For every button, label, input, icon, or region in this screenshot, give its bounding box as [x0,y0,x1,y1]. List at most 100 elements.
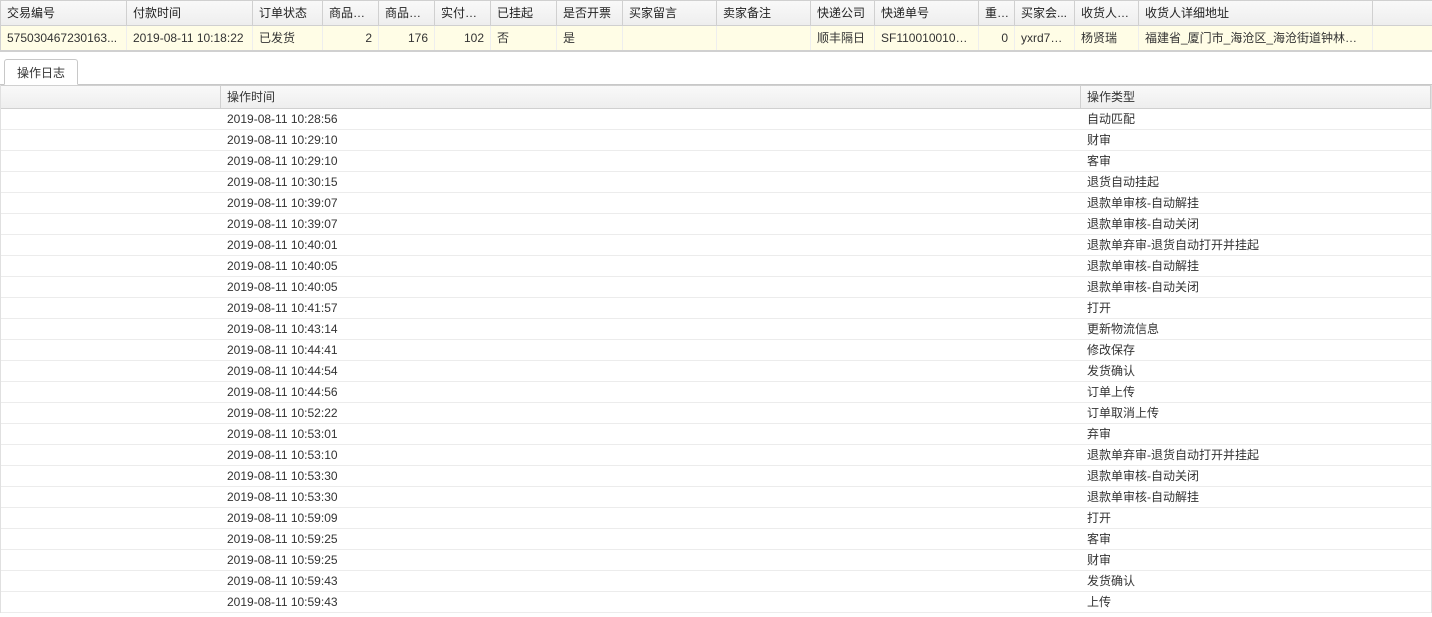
log-header-blank[interactable] [1,86,221,108]
log-row[interactable]: 2019-08-11 10:29:10财审 [1,130,1431,151]
order-cell-weight: 0 [979,26,1015,50]
log-cell-blank [1,445,221,465]
order-header-seller_note[interactable]: 卖家备注 [717,1,811,25]
log-cell-type: 弃审 [1081,424,1431,444]
log-cell-type: 客审 [1081,529,1431,549]
log-cell-blank [1,214,221,234]
log-cell-time: 2019-08-11 10:53:01 [221,424,1081,444]
order-cell-seller_note [717,26,811,50]
order-header-hold[interactable]: 已挂起 [491,1,557,25]
log-row[interactable]: 2019-08-11 10:39:07退款单审核-自动解挂 [1,193,1431,214]
log-header-row: 操作时间 操作类型 [1,85,1431,109]
log-row[interactable]: 2019-08-11 10:40:01退款单弃审-退货自动打开并挂起 [1,235,1431,256]
log-cell-blank [1,487,221,507]
log-cell-type: 自动匹配 [1081,109,1431,129]
log-cell-type: 退款单弃审-退货自动打开并挂起 [1081,445,1431,465]
log-row[interactable]: 2019-08-11 10:59:09打开 [1,508,1431,529]
log-header-time[interactable]: 操作时间 [221,86,1081,108]
log-cell-type: 发货确认 [1081,361,1431,381]
log-row[interactable]: 2019-08-11 10:39:07退款单审核-自动关闭 [1,214,1431,235]
log-cell-time: 2019-08-11 10:59:25 [221,529,1081,549]
order-cell-buyer_msg [623,26,717,50]
log-row[interactable]: 2019-08-11 10:53:01弃审 [1,424,1431,445]
order-header-consignee[interactable]: 收货人姓名 [1075,1,1139,25]
log-cell-time: 2019-08-11 10:30:15 [221,172,1081,192]
order-header-buyer_msg[interactable]: 买家留言 [623,1,717,25]
order-cell-tracking: SF1100100100... [875,26,979,50]
order-cell-address: 福建省_厦门市_海沧区_海沧街道钟林路2... [1139,26,1373,50]
log-cell-time: 2019-08-11 10:59:25 [221,550,1081,570]
log-cell-time: 2019-08-11 10:39:07 [221,214,1081,234]
log-cell-type: 更新物流信息 [1081,319,1431,339]
log-row[interactable]: 2019-08-11 10:30:15退货自动挂起 [1,172,1431,193]
order-header-address[interactable]: 收货人详细地址 [1139,1,1373,25]
log-cell-type: 财审 [1081,130,1431,150]
order-cell-paid: 102 [435,26,491,50]
order-header-weight[interactable]: 重量 [979,1,1015,25]
log-row[interactable]: 2019-08-11 10:41:57打开 [1,298,1431,319]
order-grid: 交易编号付款时间订单状态商品数量商品金额实付金额已挂起是否开票买家留言卖家备注快… [0,0,1432,52]
order-header-courier[interactable]: 快递公司 [811,1,875,25]
log-cell-time: 2019-08-11 10:59:43 [221,571,1081,591]
log-row[interactable]: 2019-08-11 10:29:10客审 [1,151,1431,172]
log-cell-time: 2019-08-11 10:40:01 [221,235,1081,255]
log-cell-type: 发货确认 [1081,571,1431,591]
order-header-pay_time[interactable]: 付款时间 [127,1,253,25]
log-cell-type: 订单取消上传 [1081,403,1431,423]
log-cell-blank [1,130,221,150]
log-row[interactable]: 2019-08-11 10:44:56订单上传 [1,382,1431,403]
log-grid: 操作时间 操作类型 2019-08-11 10:28:56自动匹配2019-08… [0,85,1432,613]
log-cell-time: 2019-08-11 10:41:57 [221,298,1081,318]
log-cell-blank [1,172,221,192]
log-row[interactable]: 2019-08-11 10:53:10退款单弃审-退货自动打开并挂起 [1,445,1431,466]
log-row[interactable]: 2019-08-11 10:44:41修改保存 [1,340,1431,361]
log-row[interactable]: 2019-08-11 10:52:22订单取消上传 [1,403,1431,424]
log-cell-blank [1,550,221,570]
order-data-row[interactable]: 575030467230163...2019-08-11 10:18:22已发货… [1,26,1432,51]
log-cell-blank [1,235,221,255]
log-row[interactable]: 2019-08-11 10:40:05退款单审核-自动解挂 [1,256,1431,277]
order-header-tracking[interactable]: 快递单号 [875,1,979,25]
log-row[interactable]: 2019-08-11 10:40:05退款单审核-自动关闭 [1,277,1431,298]
order-cell-consignee: 杨贤瑞 [1075,26,1139,50]
log-row[interactable]: 2019-08-11 10:53:30退款单审核-自动解挂 [1,487,1431,508]
log-cell-blank [1,298,221,318]
order-header-member[interactable]: 买家会... [1015,1,1075,25]
log-cell-type: 退款单审核-自动关闭 [1081,214,1431,234]
order-header-invoice[interactable]: 是否开票 [557,1,623,25]
log-cell-blank [1,361,221,381]
log-cell-type: 打开 [1081,508,1431,528]
log-cell-time: 2019-08-11 10:59:09 [221,508,1081,528]
log-cell-blank [1,571,221,591]
log-cell-time: 2019-08-11 10:53:30 [221,466,1081,486]
log-cell-type: 上传 [1081,592,1431,612]
log-cell-blank [1,277,221,297]
log-cell-blank [1,508,221,528]
log-row[interactable]: 2019-08-11 10:59:43发货确认 [1,571,1431,592]
log-row[interactable]: 2019-08-11 10:59:43上传 [1,592,1431,613]
order-header-order_no[interactable]: 交易编号 [1,1,127,25]
log-cell-time: 2019-08-11 10:59:43 [221,592,1081,612]
order-header-row: 交易编号付款时间订单状态商品数量商品金额实付金额已挂起是否开票买家留言卖家备注快… [1,1,1432,26]
order-header-paid[interactable]: 实付金额 [435,1,491,25]
order-header-status[interactable]: 订单状态 [253,1,323,25]
tab-operation-log[interactable]: 操作日志 [4,59,78,85]
log-cell-type: 修改保存 [1081,340,1431,360]
order-header-amount[interactable]: 商品金额 [379,1,435,25]
log-row[interactable]: 2019-08-11 10:53:30退款单审核-自动关闭 [1,466,1431,487]
log-row[interactable]: 2019-08-11 10:44:54发货确认 [1,361,1431,382]
log-row[interactable]: 2019-08-11 10:28:56自动匹配 [1,109,1431,130]
log-row[interactable]: 2019-08-11 10:59:25财审 [1,550,1431,571]
log-row[interactable]: 2019-08-11 10:59:25客审 [1,529,1431,550]
log-cell-blank [1,403,221,423]
log-cell-time: 2019-08-11 10:40:05 [221,277,1081,297]
order-header-qty[interactable]: 商品数量 [323,1,379,25]
log-row[interactable]: 2019-08-11 10:43:14更新物流信息 [1,319,1431,340]
log-cell-type: 打开 [1081,298,1431,318]
log-cell-time: 2019-08-11 10:53:30 [221,487,1081,507]
order-cell-amount: 176 [379,26,435,50]
log-cell-blank [1,424,221,444]
log-cell-time: 2019-08-11 10:43:14 [221,319,1081,339]
log-header-type[interactable]: 操作类型 [1081,86,1431,108]
log-cell-type: 退款单审核-自动解挂 [1081,487,1431,507]
